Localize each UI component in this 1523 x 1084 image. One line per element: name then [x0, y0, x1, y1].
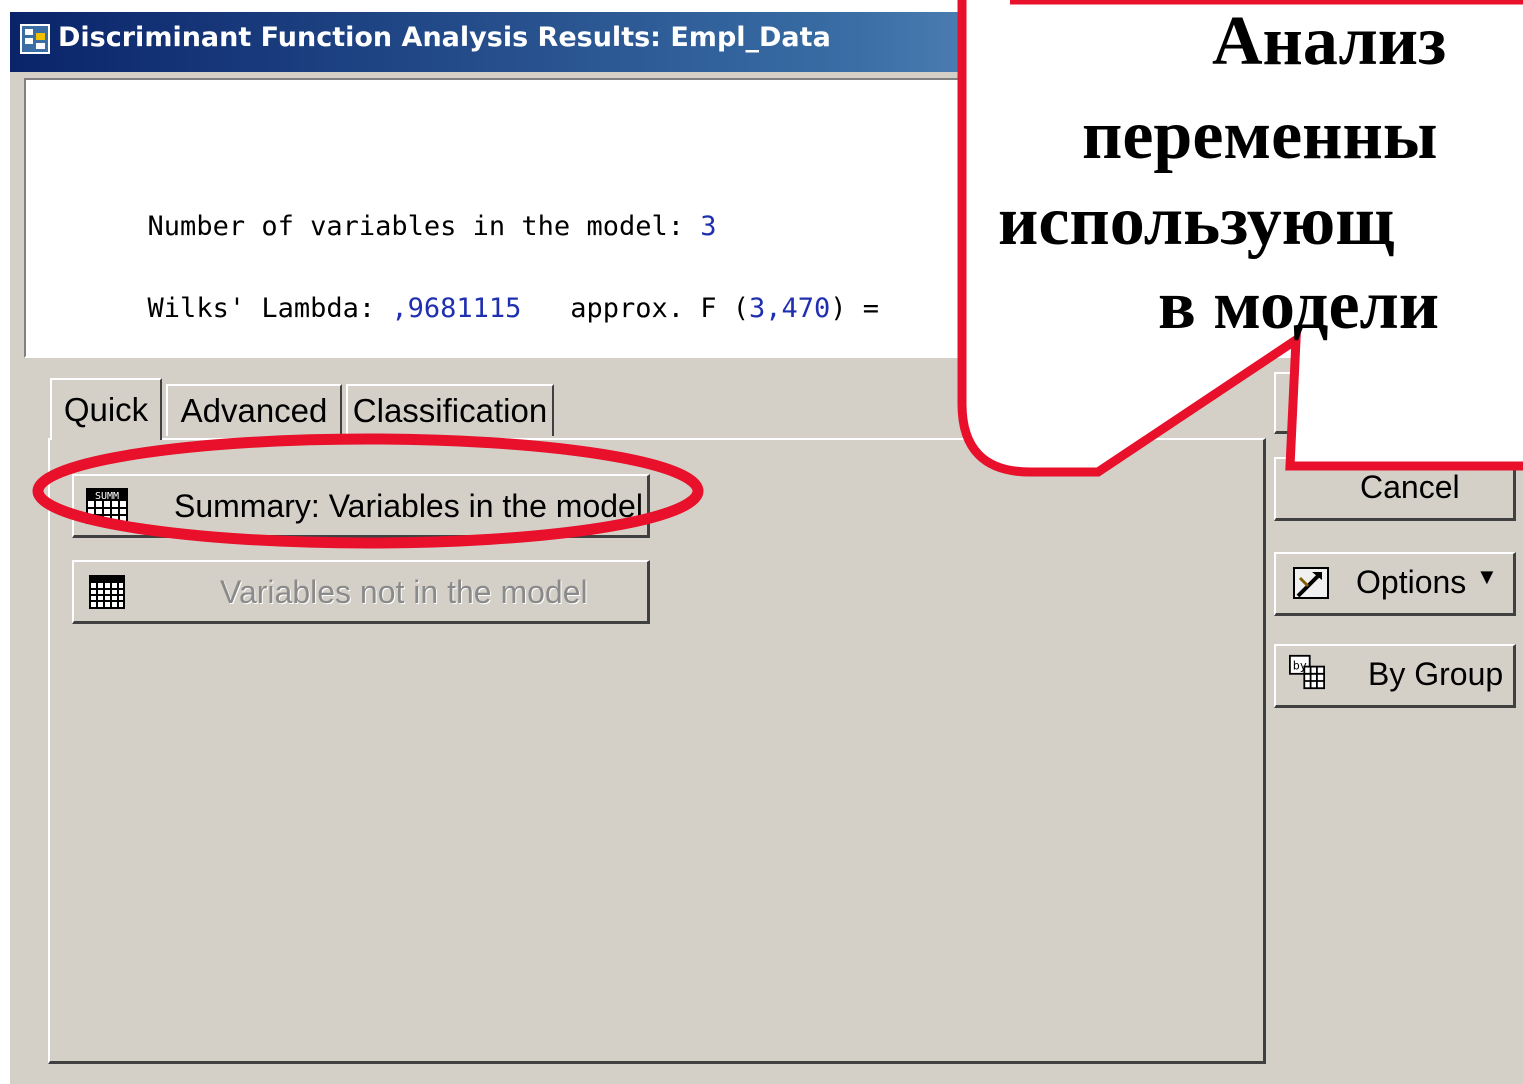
highlight-ellipse — [32, 433, 704, 549]
callout-line-4: в модели — [1158, 267, 1440, 344]
callout-line-3: использующ — [998, 183, 1395, 260]
callout-line-2: переменны — [1082, 97, 1438, 174]
callout-line-1: Анализ — [1212, 3, 1447, 80]
